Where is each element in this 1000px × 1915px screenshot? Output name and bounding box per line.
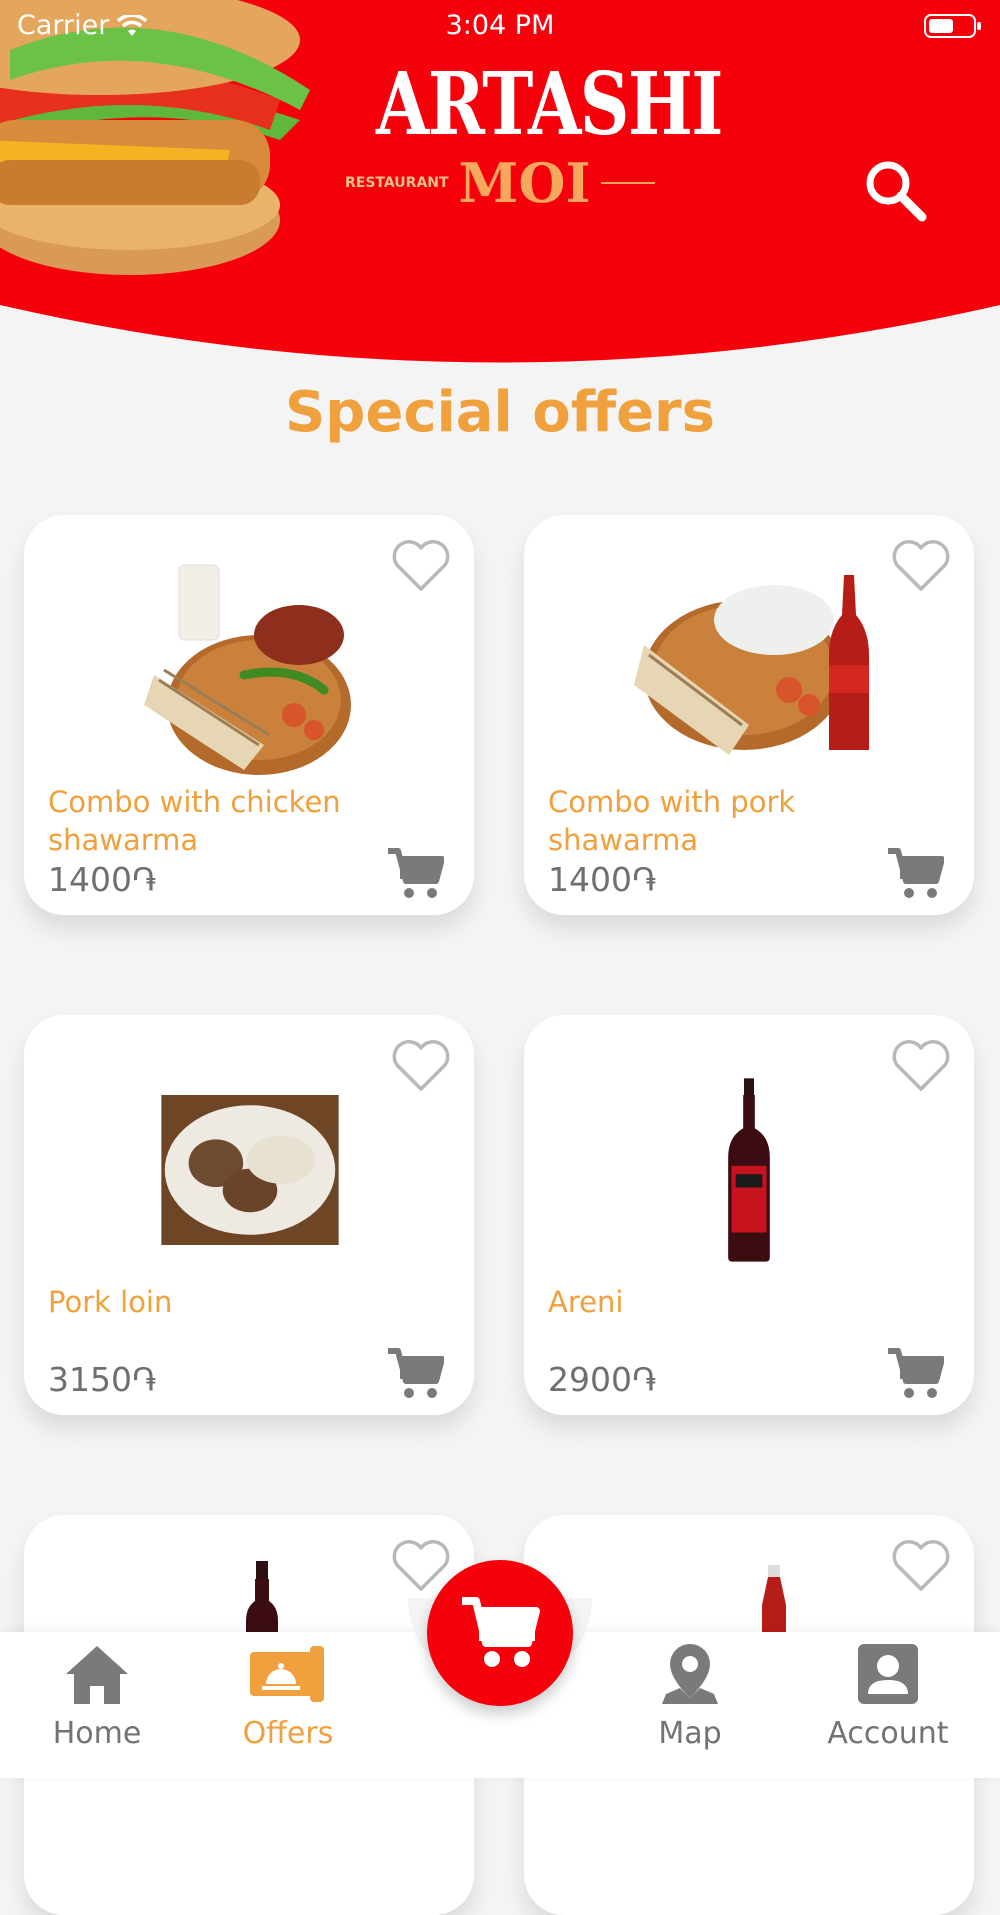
pork-loin-image [161,1095,339,1245]
page-title: Special offers [284,380,716,445]
offer-card[interactable]: Combo with pork shawarma 1400֏ [524,515,974,915]
wine-bottle-image [246,1561,278,1641]
pork-shawarma-combo-image [634,575,869,755]
tab-label: Offers [242,1716,334,1751]
tab-label: Account [827,1716,949,1751]
offer-price: 1400֏ [548,860,657,899]
tab-offers[interactable]: Offers [208,1642,368,1751]
home-icon [66,1646,128,1704]
cart-icon [462,1597,540,1667]
heart-icon[interactable] [390,539,452,593]
cart-fab-button[interactable] [427,1560,573,1706]
restaurant-label: RESTAURANT [345,175,449,191]
tab-label: Home [52,1716,142,1751]
offer-price: 1400֏ [48,860,157,899]
offer-name: Pork loin [48,1285,173,1319]
map-pin-icon [662,1644,718,1704]
search-icon[interactable] [860,155,932,227]
tab-map[interactable]: Map [610,1642,770,1751]
heart-icon[interactable] [890,539,952,593]
offer-price: 3150֏ [48,1360,157,1399]
clock: 3:04 PM [445,10,555,41]
brand-name: ARTASHI [376,54,723,155]
areni-wine-bottle-image [728,1078,770,1262]
heart-icon[interactable] [890,1039,952,1093]
heart-icon[interactable] [890,1539,952,1593]
add-to-cart-icon[interactable] [886,1347,944,1401]
heart-icon[interactable] [390,1039,452,1093]
add-to-cart-icon[interactable] [386,847,444,901]
offer-card[interactable]: Pork loin 3150֏ [24,1015,474,1415]
offer-name: Combo with chicken shawarma [48,785,341,857]
tab-label: Map [658,1716,722,1751]
offer-price: 2900֏ [548,1360,657,1399]
header: Carrier 3:04 PM ARTASHI RESTAURANT MOI [0,0,1000,370]
offer-name: Combo with pork shawarma [548,785,796,857]
brand-logo: ARTASHI RESTAURANT MOI [345,50,723,215]
account-icon [858,1644,918,1704]
offer-card[interactable]: Areni 2900֏ [524,1015,974,1415]
add-to-cart-icon[interactable] [386,1347,444,1401]
burger-image [0,0,310,275]
brand-sub: MOI [458,151,591,215]
logo-divider [600,182,655,184]
heart-icon[interactable] [390,1539,452,1593]
offers-icon [250,1646,324,1702]
battery-icon [924,14,981,38]
soda-bottle-image [762,1565,786,1635]
status-bar: Carrier 3:04 PM [0,8,1000,42]
offer-card[interactable]: Combo with chicken shawarma 1400֏ [24,515,474,915]
chicken-shawarma-combo-image [144,564,351,775]
tab-home[interactable]: Home [17,1642,177,1751]
add-to-cart-icon[interactable] [886,847,944,901]
offer-name: Areni [548,1285,624,1319]
tab-account[interactable]: Account [808,1642,968,1751]
